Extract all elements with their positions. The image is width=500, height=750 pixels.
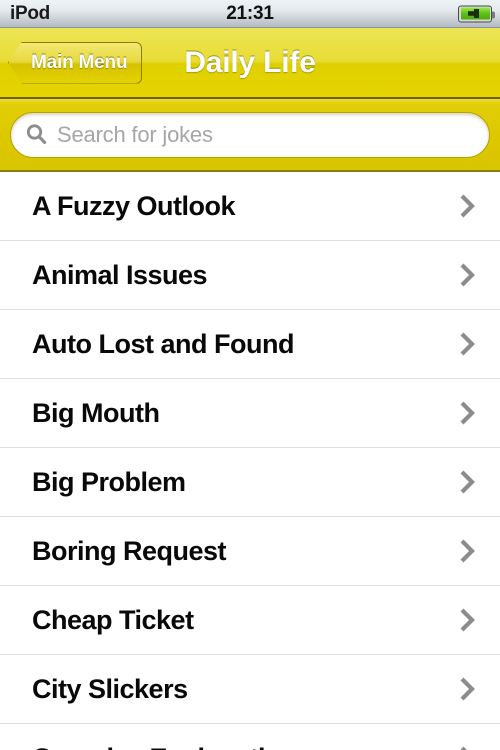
chevron-right-icon [459,193,486,219]
list-item-label: Cheap Ticket [32,604,194,635]
app-screen: iPod 21:31 Main Menu Daily Life Search f… [0,0,500,750]
back-button-main-menu[interactable]: Main Menu [8,41,143,84]
search-placeholder: Search for jokes [57,121,213,147]
search-icon [25,123,48,146]
list-item-label: City Slickers [32,673,188,704]
chevron-right-icon [459,400,486,426]
list-item-label: Big Mouth [32,397,160,428]
list-item-label: Complex Explanation [32,743,459,750]
chevron-right-icon [459,607,486,633]
list-item[interactable]: Auto Lost and Found [0,310,500,379]
search-input[interactable]: Search for jokes [10,111,490,158]
chevron-right-icon [459,262,486,288]
status-bar: iPod 21:31 [0,0,500,28]
navigation-bar: Main Menu Daily Life [0,28,500,99]
list-item-label: A Fuzzy Outlook [32,190,236,221]
battery-charging-icon [458,5,495,22]
list-item[interactable]: Animal Issues [0,241,500,310]
list-item-label: Auto Lost and Found [32,328,294,359]
page-title: Daily Life [184,45,316,79]
joke-category-list: A Fuzzy Outlook Animal Issues Auto Lost an… [0,172,500,750]
chevron-right-icon [459,538,486,564]
list-item-label: Big Problem [32,466,186,497]
chevron-right-icon [459,745,486,750]
plug-glyph [468,9,479,18]
list-item[interactable]: Boring Request [0,517,500,586]
list-item[interactable]: Cheap Ticket [0,586,500,655]
list-item[interactable]: Complex Explanation [0,724,500,750]
list-item-label: Animal Issues [32,259,208,290]
search-bar: Search for jokes [0,99,500,172]
chevron-right-icon [459,469,486,495]
list-item[interactable]: City Slickers [0,655,500,724]
list-item[interactable]: Big Mouth [0,379,500,448]
list-item[interactable]: Big Problem [0,448,500,517]
list-item-label: Boring Request [32,535,227,566]
status-bar-clock: 21:31 [226,2,274,24]
chevron-right-icon [459,676,486,702]
back-button-label: Main Menu [31,51,128,73]
list-item[interactable]: A Fuzzy Outlook [0,172,500,241]
chevron-right-icon [459,331,486,357]
